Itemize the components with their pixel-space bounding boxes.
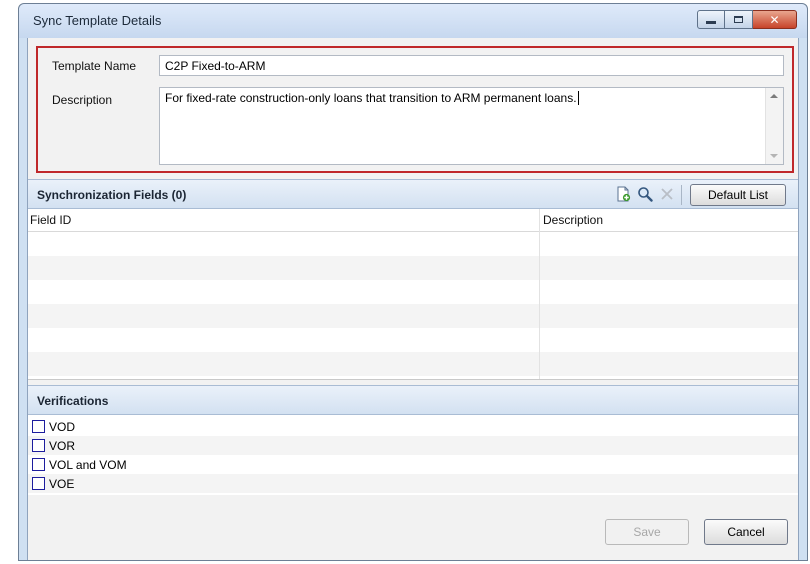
template-name-value: C2P Fixed-to-ARM xyxy=(165,59,266,73)
window-title: Sync Template Details xyxy=(33,13,162,28)
minimize-icon xyxy=(706,20,716,24)
vol-vom-checkbox[interactable] xyxy=(32,458,45,471)
column-header-field-id[interactable]: Field ID xyxy=(30,213,71,227)
vor-label: VOR xyxy=(49,438,76,453)
verifications-header: Verifications xyxy=(28,385,798,415)
table-row xyxy=(28,280,798,304)
list-item[interactable]: VOE xyxy=(28,474,798,493)
voe-checkbox[interactable] xyxy=(32,477,45,490)
template-details-group: Template Name C2P Fixed-to-ARM Descripti… xyxy=(36,46,794,173)
list-item[interactable]: VOL and VOM xyxy=(28,455,798,474)
scroll-down-icon[interactable] xyxy=(770,154,778,158)
vor-checkbox[interactable] xyxy=(32,439,45,452)
verifications-title: Verifications xyxy=(37,394,109,408)
template-name-label: Template Name xyxy=(52,59,137,73)
sync-fields-table: Field ID Description xyxy=(28,209,798,380)
title-bar[interactable]: Sync Template Details ✕ xyxy=(19,4,807,38)
cancel-button[interactable]: Cancel xyxy=(704,519,788,545)
dialog-window: Sync Template Details ✕ Template Name C2… xyxy=(18,3,808,561)
table-row xyxy=(28,304,798,328)
sync-fields-header: Synchronization Fields (0) Default List xyxy=(28,179,798,209)
column-header-description[interactable]: Description xyxy=(543,213,603,227)
text-caret xyxy=(577,91,579,105)
close-button[interactable]: ✕ xyxy=(753,10,797,29)
description-label: Description xyxy=(52,93,113,107)
table-row xyxy=(28,328,798,352)
template-name-input[interactable]: C2P Fixed-to-ARM xyxy=(159,55,784,76)
voe-label: VOE xyxy=(49,476,75,491)
table-header: Field ID Description xyxy=(28,209,798,232)
toolbar-separator xyxy=(681,185,682,205)
description-scrollbar[interactable] xyxy=(765,88,783,164)
list-item[interactable]: VOR xyxy=(28,436,798,455)
vol-vom-label: VOL and VOM xyxy=(49,457,127,472)
window-controls: ✕ xyxy=(697,10,797,29)
default-list-button[interactable]: Default List xyxy=(690,184,786,206)
save-button[interactable]: Save xyxy=(605,519,689,545)
description-textarea[interactable]: For fixed-rate construction-only loans t… xyxy=(159,87,784,165)
verifications-list: VOD VOR VOL and VOM VOE xyxy=(28,415,798,495)
column-divider[interactable] xyxy=(539,209,540,379)
close-icon: ✕ xyxy=(769,12,780,27)
table-row xyxy=(28,232,798,256)
description-value: For fixed-rate construction-only loans t… xyxy=(165,91,577,105)
table-row xyxy=(28,256,798,280)
vod-label: VOD xyxy=(49,419,76,434)
vod-checkbox[interactable] xyxy=(32,420,45,433)
list-item[interactable]: VOD xyxy=(28,417,798,436)
add-document-icon[interactable] xyxy=(614,186,632,204)
maximize-icon xyxy=(734,16,743,23)
magnifier-icon[interactable] xyxy=(636,186,654,204)
maximize-button[interactable] xyxy=(725,10,753,29)
table-row xyxy=(28,352,798,376)
delete-x-icon[interactable] xyxy=(658,186,676,204)
minimize-button[interactable] xyxy=(697,10,725,29)
dialog-body: Template Name C2P Fixed-to-ARM Descripti… xyxy=(27,38,799,560)
scroll-up-icon[interactable] xyxy=(770,94,778,98)
sync-fields-title: Synchronization Fields (0) xyxy=(37,188,187,202)
